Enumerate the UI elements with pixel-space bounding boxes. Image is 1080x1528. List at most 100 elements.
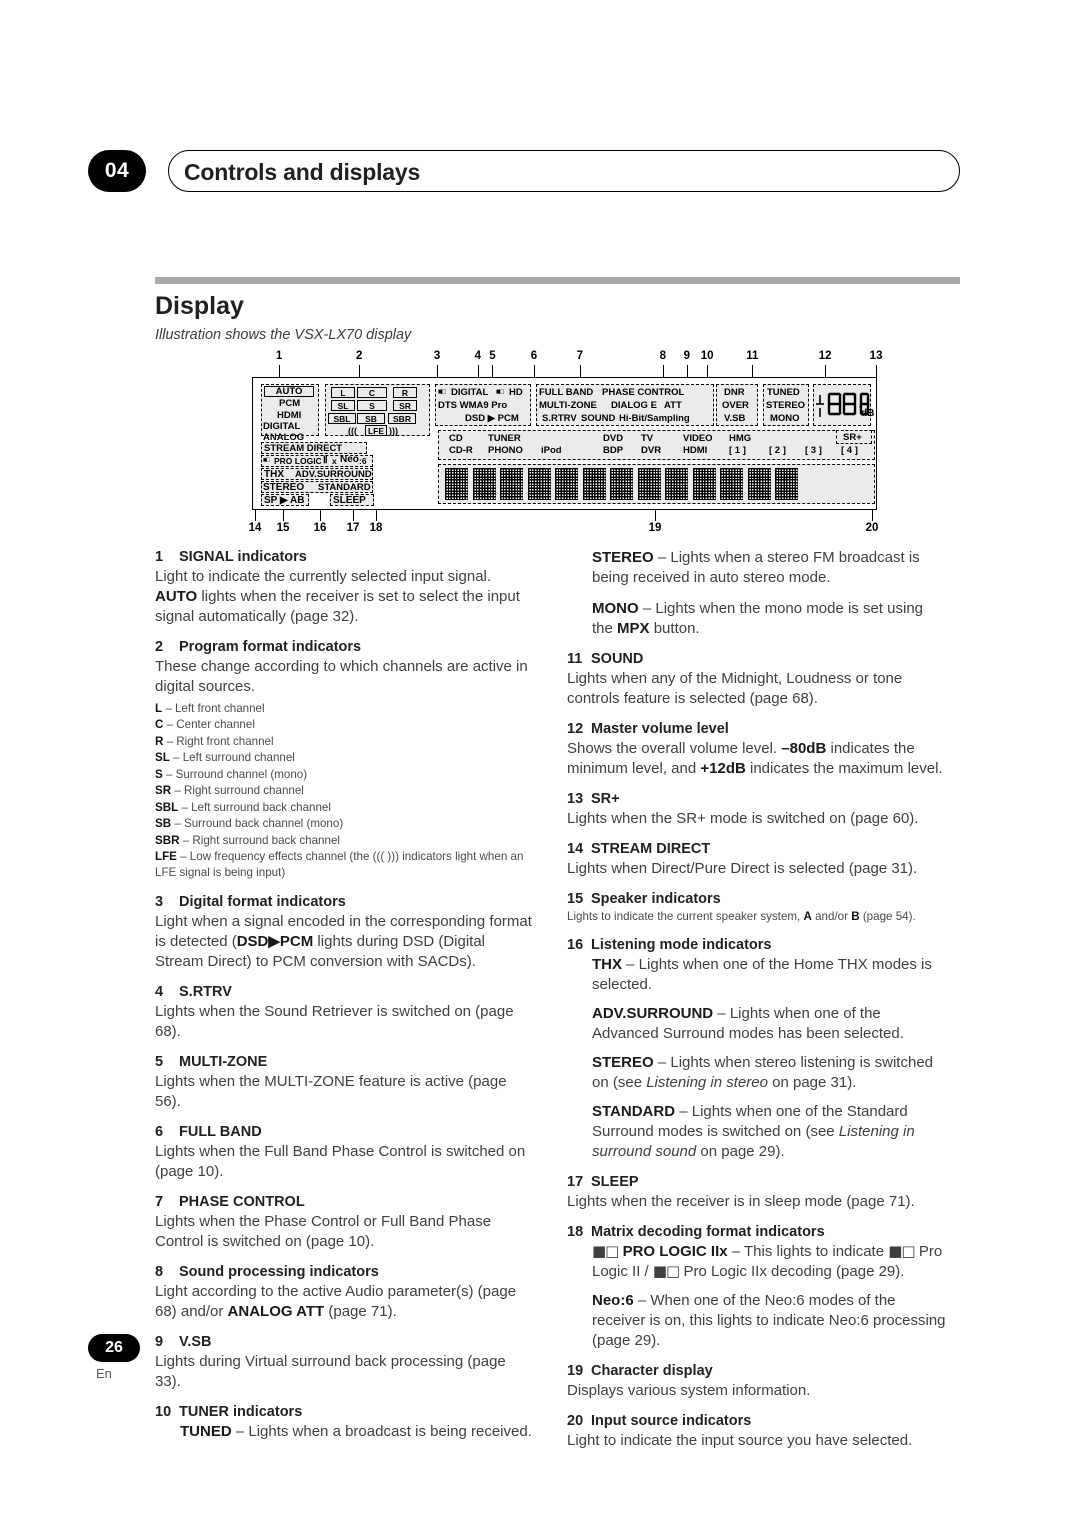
spec-item-body: Lights when Direct/Pure Direct is select… xyxy=(567,859,947,879)
text-run: ■□ xyxy=(888,1241,919,1260)
input-source-ipod: iPod xyxy=(541,445,562,456)
callout-leader-line xyxy=(255,510,256,521)
s-rtrv-indicator: S.RTRV xyxy=(542,413,577,424)
text-run: Light to indicate the currently selected… xyxy=(155,568,492,586)
callout-number: 4 xyxy=(474,350,482,362)
callout-number: 9 xyxy=(683,350,690,362)
pro-logic-x-indicator: x xyxy=(332,456,337,466)
text-run: – Lights when one of the Home THX modes … xyxy=(592,956,932,994)
text-run: Lights during Virtual surround back proc… xyxy=(155,1352,506,1390)
spec-item-label: Speaker indicators xyxy=(591,890,721,907)
section-heading: Display xyxy=(155,292,244,320)
lfe-right-bracket-icon: ))) xyxy=(389,426,398,436)
spec-item-label: SR+ xyxy=(591,790,620,807)
spec-item-heading: 1 SIGNAL indicators xyxy=(155,548,535,566)
spec-item: 19 Character display Displays various syst… xyxy=(567,1362,947,1401)
att-indicator: ATT xyxy=(664,400,682,411)
spec-item-heading: 6 FULL BAND xyxy=(155,1123,535,1141)
spec-item-body: Lights when any of the Midnight, Loudnes… xyxy=(567,669,947,709)
speaker-ab-indicator: SP ▶ AB xyxy=(264,495,305,506)
channel-abbreviation-row: SL – Left surround channel xyxy=(155,750,535,766)
text-run: STEREO xyxy=(592,1054,654,1072)
spec-item-label: MULTI-ZONE xyxy=(179,1053,268,1070)
text-run: ■□ xyxy=(652,1261,684,1280)
text-run: Light to indicate the input source you h… xyxy=(567,1431,913,1449)
spec-item: 15 Speaker indicators Lights to indicate t… xyxy=(567,890,947,925)
signal-indicator-hdmi: HDMI xyxy=(277,410,302,421)
input-source-tv: TV xyxy=(641,433,654,444)
callout-number: 10 xyxy=(700,350,714,362)
spec-item-body: Light to indicate the input source you h… xyxy=(567,1431,947,1451)
callout-number: 7 xyxy=(576,350,583,362)
spec-item-body: These change according to which channels… xyxy=(155,657,535,697)
spec-item-label: Master volume level xyxy=(591,720,729,737)
character-cell xyxy=(555,468,578,500)
text-run: TUNED xyxy=(180,1422,232,1440)
vsb-indicator: V.SB xyxy=(724,413,746,424)
input-source-1: [ 1 ] xyxy=(729,445,746,456)
spec-item-label: PHASE CONTROL xyxy=(179,1193,305,1210)
spec-item-number: 8 xyxy=(155,1263,164,1280)
input-source-hdmi: HDMI xyxy=(683,445,708,456)
neo-6-indicator: :6 xyxy=(359,456,367,466)
spec-item-body: Displays various system information. xyxy=(567,1381,947,1401)
multi-zone-indicator: MULTI-ZONE xyxy=(539,400,597,411)
channel-description: – Right front channel xyxy=(163,734,274,748)
spec-item-body: Shows the overall volume level. –80dB in… xyxy=(567,739,947,779)
character-cell xyxy=(637,468,661,500)
spec-item-number: 3 xyxy=(155,893,164,910)
spec-item-label: S.RTRV xyxy=(179,983,232,1000)
callout-number: 13 xyxy=(869,350,883,362)
text-run: on page 31). xyxy=(767,1074,857,1092)
spec-item-number: 20 xyxy=(567,1412,584,1429)
spec-item-heading: 7 PHASE CONTROL xyxy=(155,1193,535,1211)
page-number-badge: 26 xyxy=(88,1334,140,1362)
spec-item-heading: 13 SR+ xyxy=(567,790,947,808)
callout-number: 6 xyxy=(530,350,538,362)
text-run: – This lights to indicate xyxy=(727,1242,889,1260)
display-illustration: 1 2 3 4 5 6 7 8 9 10 11 12 13 AUTO PCM HDMI DIGITAL ANAL… xyxy=(249,350,883,540)
channel-abbreviation-row: L – Left front channel xyxy=(155,701,535,717)
channel-abbreviation: SR xyxy=(155,784,172,798)
text-run: Neo:6 xyxy=(592,1291,634,1309)
spec-item-label: Input source indicators xyxy=(591,1412,752,1429)
spec-item-label: FULL BAND xyxy=(179,1123,262,1140)
section-divider xyxy=(155,277,960,284)
channel-description: – Left surround channel xyxy=(169,751,295,765)
callout-leader-line xyxy=(376,510,377,521)
spec-item-heading: 18 Matrix decoding format indicators xyxy=(567,1223,947,1241)
spec-item-label: V.SB xyxy=(179,1333,212,1350)
input-source-hmg: HMG xyxy=(729,433,752,444)
spec-item-body: Light to indicate the currently selected… xyxy=(155,567,535,627)
callout-number: 18 xyxy=(369,522,383,534)
spec-item-label: STREAM DIRECT xyxy=(591,840,711,857)
spec-item-subbody: MONO – Lights when the mono mode is set … xyxy=(592,599,947,639)
text-run: STANDARD xyxy=(592,1102,676,1120)
spec-item-body: Lights when the Sound Retriever is switc… xyxy=(155,1002,535,1042)
right-text-column: STEREO – Lights when a stereo FM broadca… xyxy=(567,548,947,1462)
signal-indicator-auto: AUTO xyxy=(264,386,314,397)
volume-unit-db: dB xyxy=(861,408,875,419)
spec-item-number: 19 xyxy=(567,1362,584,1379)
input-source-video: VIDEO xyxy=(683,433,713,444)
text-run: – When one of the Neo:6 modes of the rec… xyxy=(592,1291,946,1349)
character-cell xyxy=(500,468,523,500)
callout-number: 8 xyxy=(659,350,666,362)
tuned-indicator: TUNED xyxy=(767,387,800,398)
spec-item: 17 SLEEP Lights when the receiver is in sl… xyxy=(567,1173,947,1212)
page-language: En xyxy=(96,1366,112,1381)
stream-direct-indicator: STREAM DIRECT xyxy=(264,443,343,454)
text-run: MONO xyxy=(592,599,639,617)
text-run: Lights to indicate the current speaker s… xyxy=(567,910,804,923)
spec-subitem: ■□ PRO LOGIC IIx – This lights to indica… xyxy=(592,1242,947,1282)
text-run: and/or xyxy=(811,910,852,923)
spec-item: 6 FULL BAND Lights when the Full Band Phas… xyxy=(155,1123,535,1182)
callout-leader-line xyxy=(655,510,656,521)
spec-item: 10 TUNER indicators TUNED – Lights when a … xyxy=(155,1403,535,1442)
page-title: Controls and displays xyxy=(184,159,421,185)
character-cell xyxy=(582,468,606,500)
channel-abbreviation-row: SBR – Right surround back channel xyxy=(155,833,535,849)
text-run: +12dB xyxy=(700,759,746,777)
text-run: (page 71). xyxy=(324,1302,397,1320)
text-run: Lights when the SR+ mode is switched on … xyxy=(567,809,919,827)
